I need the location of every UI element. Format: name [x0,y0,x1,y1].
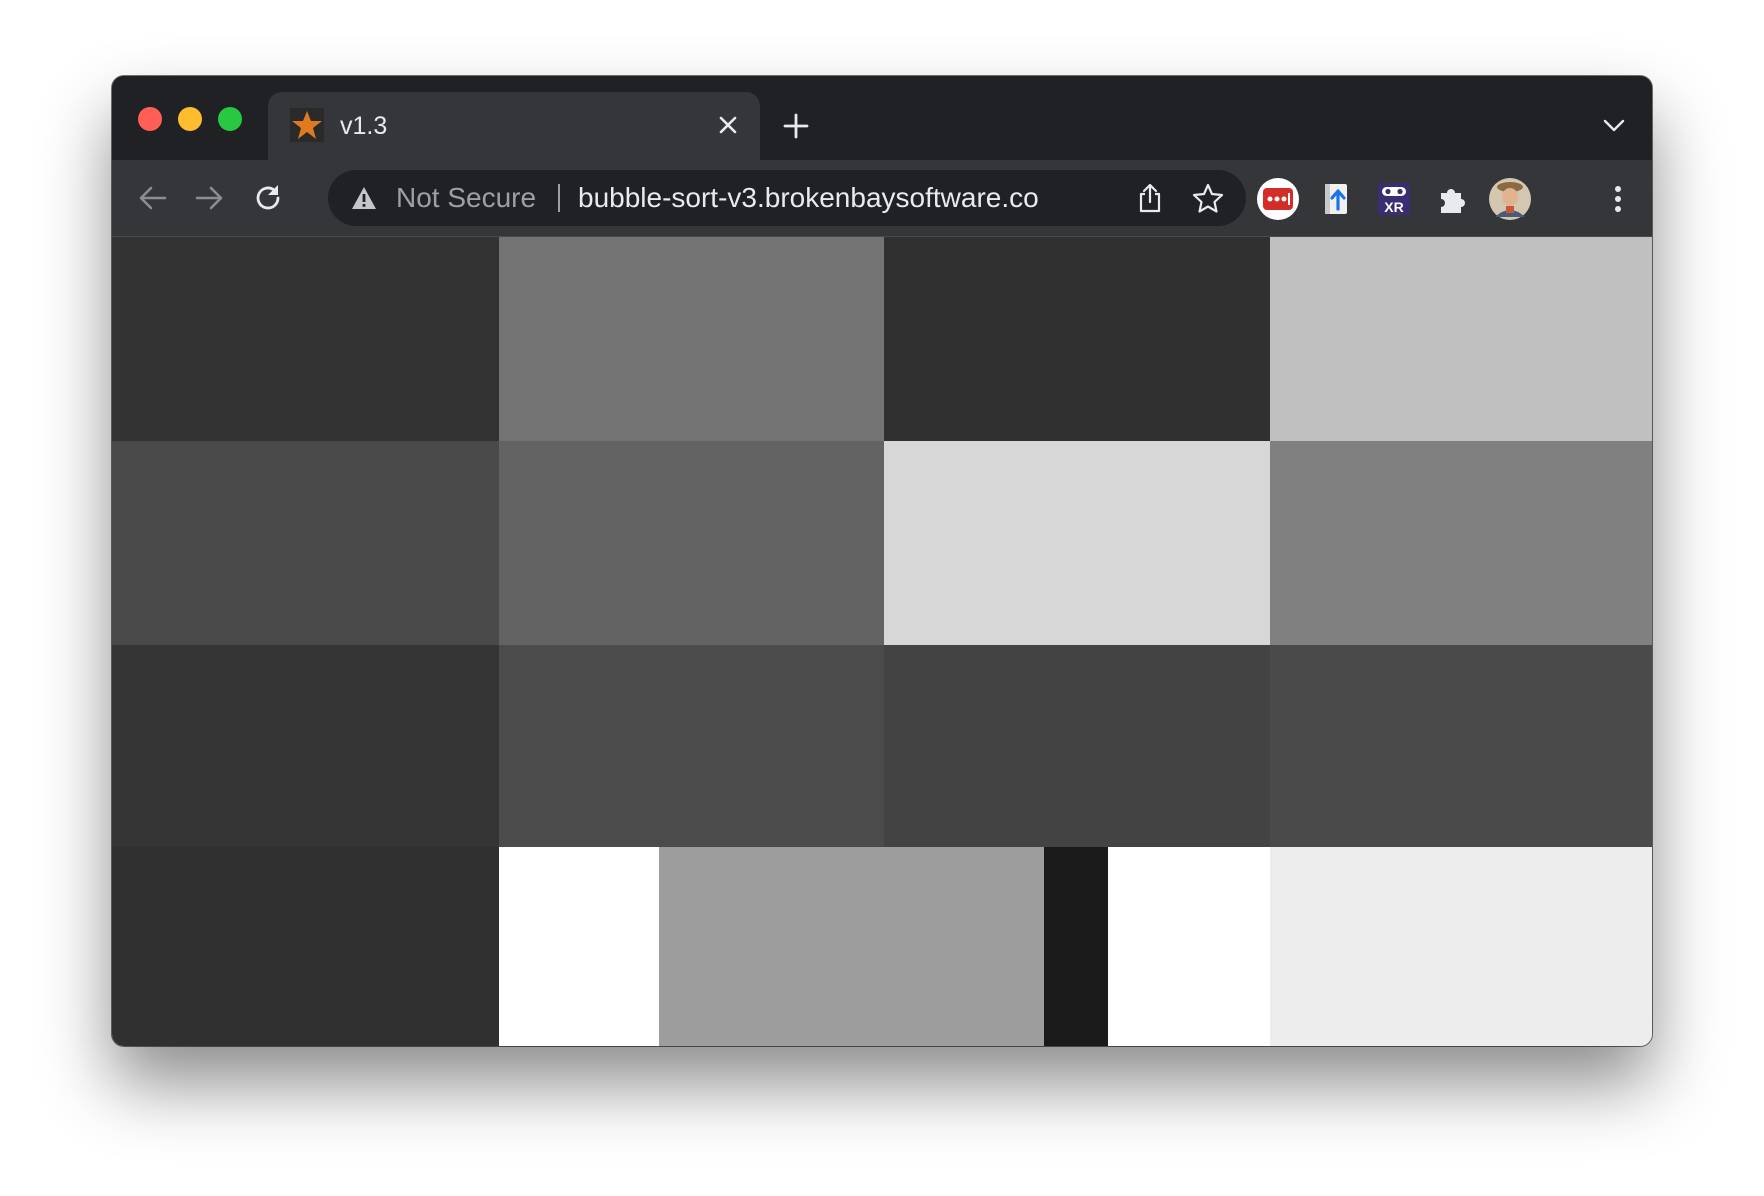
grid-cell [1270,645,1652,847]
maximize-window-button[interactable] [218,107,242,131]
grid-cell [1270,237,1652,441]
star-favicon-icon [290,108,324,142]
tab-active[interactable]: v1.3 [268,92,760,160]
security-status-label[interactable]: Not Secure [396,183,536,213]
more-vert-icon[interactable] [1596,177,1640,221]
browser-toolbar: Not Secure bubble-sort-v3.brokenbaysoftw… [112,160,1652,237]
tab-title: v1.3 [340,112,388,140]
new-tab-icon[interactable] [776,106,816,146]
tab-list-icon[interactable] [1594,106,1634,146]
puzzle-icon[interactable] [1430,177,1474,221]
grid-cell [1270,847,1652,1046]
lastpass-icon[interactable] [1256,177,1300,221]
grid-cell [1270,441,1652,645]
grid-cell [1044,847,1108,1046]
back-arrow-icon[interactable] [130,176,174,220]
page-content [112,237,1652,1046]
grid-cell [499,847,659,1046]
address-bar[interactable]: Not Secure bubble-sort-v3.brokenbaysoftw… [328,170,1246,226]
grid-cell [112,847,499,1046]
omnibox-divider [558,184,560,212]
grid-cell [499,237,884,441]
grid-cell [884,237,1270,441]
browser-window: v1.3 Not Secure bubble-sort-v3.brokenbay… [112,76,1652,1046]
avatar[interactable] [1488,177,1532,221]
forward-arrow-icon[interactable] [188,176,232,220]
bookmark-star-icon[interactable] [1188,178,1228,218]
warning-icon[interactable] [350,184,378,212]
close-tab-icon[interactable] [710,107,746,143]
grid-cell [659,847,1044,1046]
share-icon[interactable] [1130,178,1170,218]
grid-cell [1108,847,1270,1046]
url-text[interactable]: bubble-sort-v3.brokenbaysoftware.co [578,183,1039,213]
grid-cell [112,441,499,645]
grid-cell [499,645,884,847]
grid-cell [112,237,499,441]
upload-extension-icon[interactable] [1314,177,1358,221]
grid-cell [884,645,1270,847]
svg-text:XR: XR [1384,199,1403,215]
close-window-button[interactable] [138,107,162,131]
grid-cell [112,645,499,847]
grid-cell [499,441,884,645]
grid-cell [884,441,1270,645]
tab-strip: v1.3 [112,76,1652,160]
reload-icon[interactable] [246,176,290,220]
minimize-window-button[interactable] [178,107,202,131]
xr-extension-icon[interactable]: XR [1372,177,1416,221]
